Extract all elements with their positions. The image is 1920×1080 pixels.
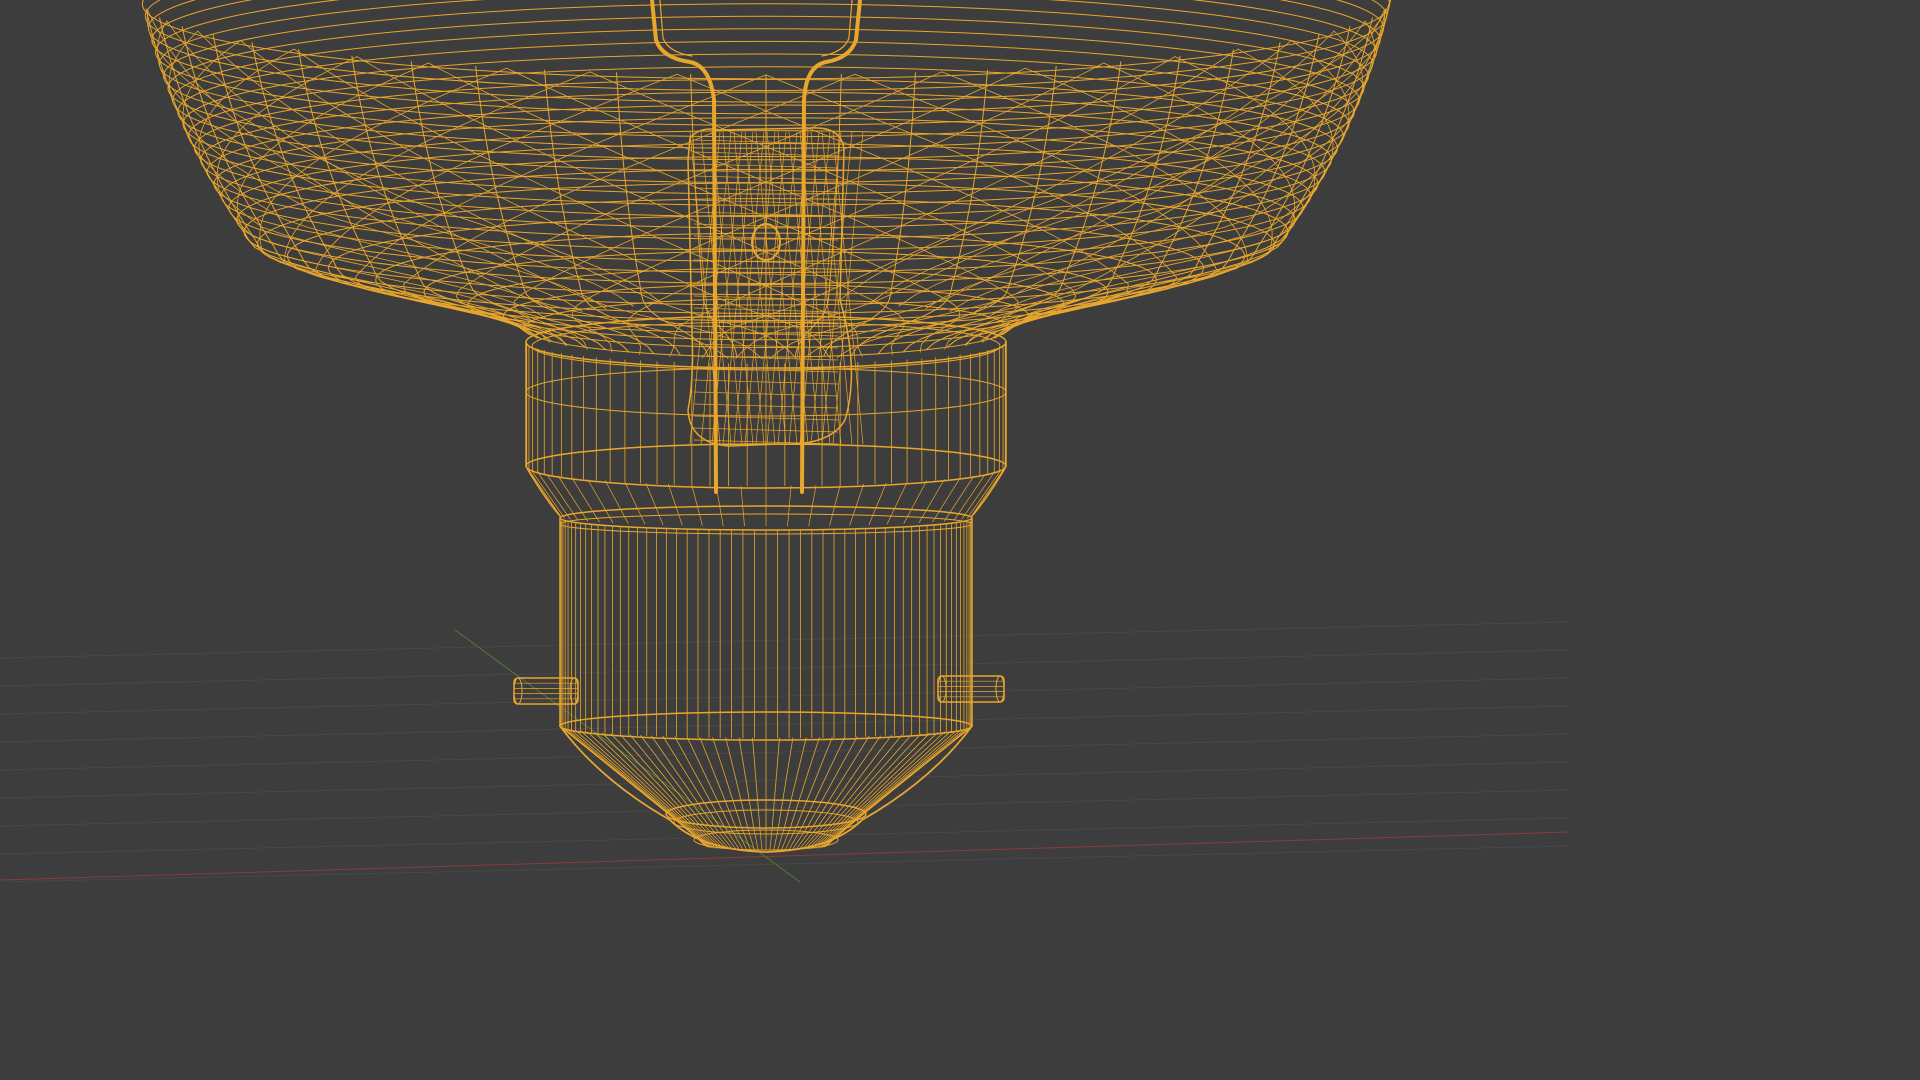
x-axis-line (0, 831, 1568, 881)
filament-stem-mesh[interactable] (650, 0, 864, 494)
bayonet-cap-mesh[interactable] (559, 505, 973, 741)
bulb-globe-mesh[interactable] (142, 0, 1391, 360)
3d-viewport[interactable] (0, 0, 1568, 882)
bayonet-pins[interactable] (513, 675, 1005, 705)
viewport-canvas[interactable] (0, 0, 1568, 882)
